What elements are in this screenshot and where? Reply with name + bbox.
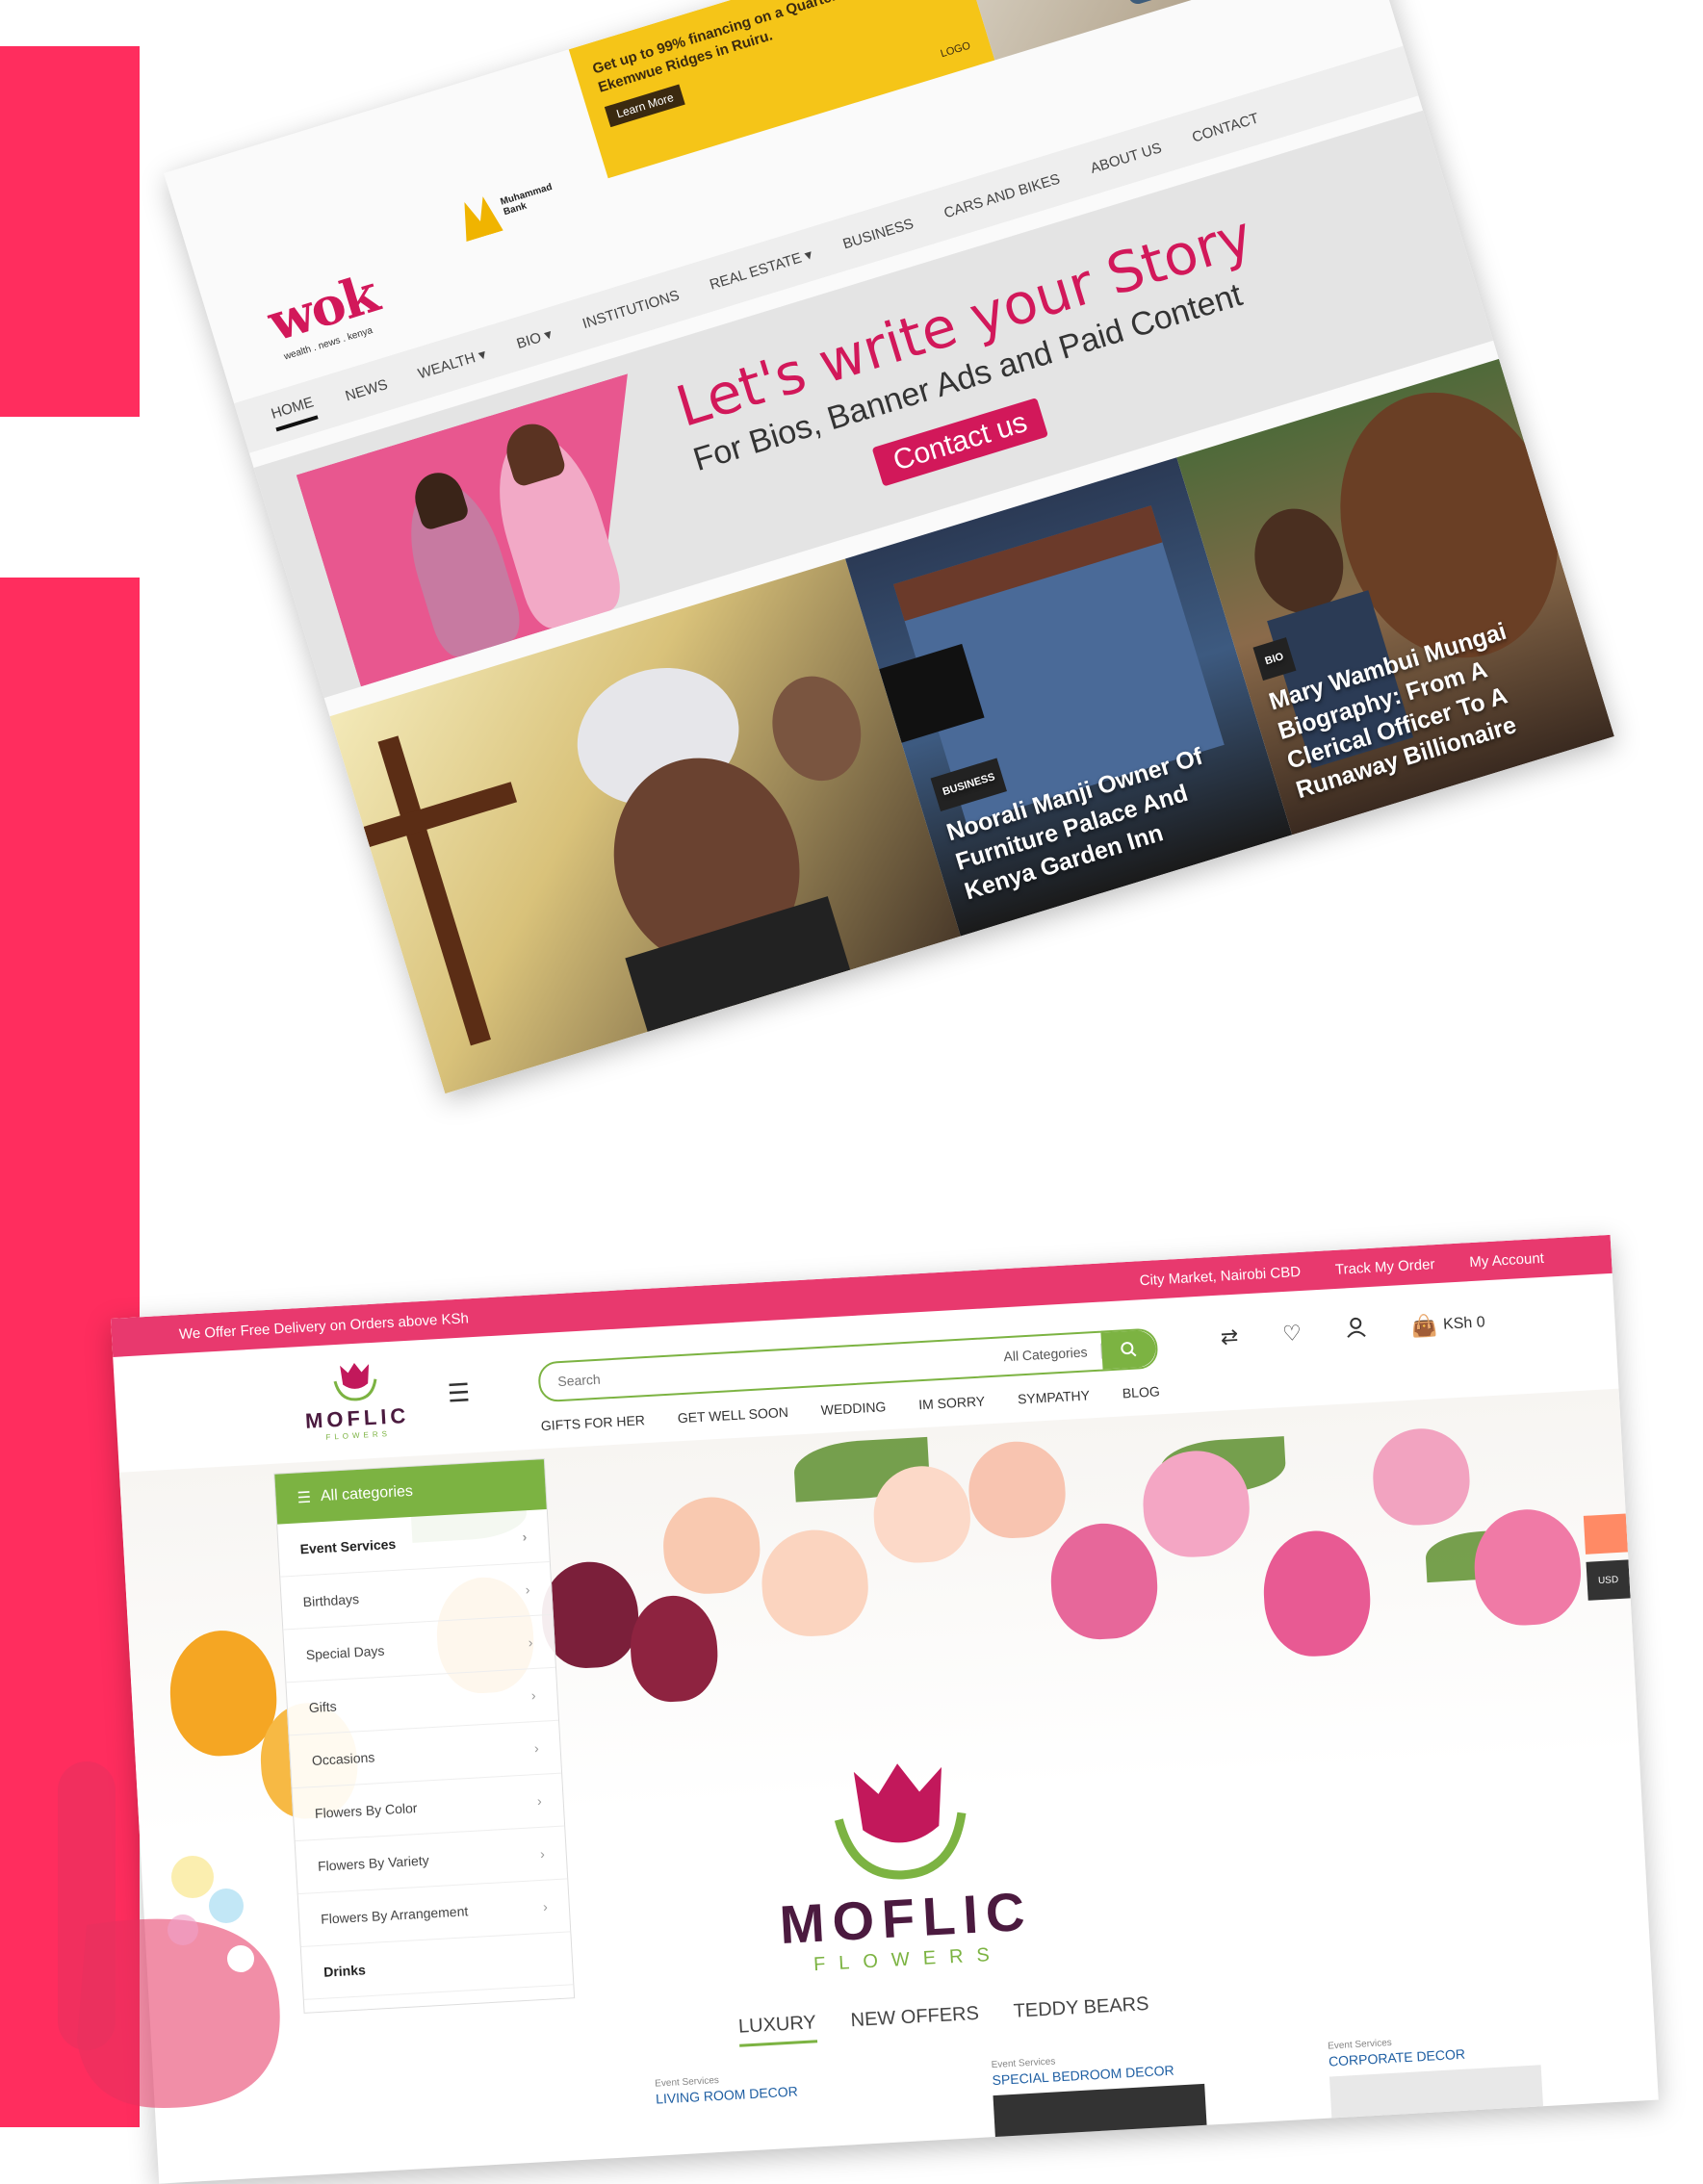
nav-item-business[interactable]: BUSINESS <box>840 216 916 252</box>
product-card[interactable]: Event Services CORPORATE DECOR <box>1328 2029 1544 2135</box>
nav-item-institutions[interactable]: INSTITUTIONS <box>581 287 682 332</box>
product-card[interactable]: Event Services LIVING ROOM DECOR <box>655 2067 871 2171</box>
chevron-right-icon: › <box>536 1792 543 1810</box>
category-label: Occasions <box>311 1749 375 1769</box>
category-label: Flowers By Arrangement <box>320 1903 469 1927</box>
ad-text: Get up to 99% financing on a Quarter-acr… <box>590 0 917 96</box>
moflic-site-screenshot: We Offer Free Delivery on Orders above K… <box>111 1234 1659 2184</box>
search-icon[interactable] <box>1317 0 1351 13</box>
moflic-big-logo: MOFLIC FLOWERS <box>753 1749 1053 1979</box>
chevron-right-icon: › <box>539 1845 546 1862</box>
chevron-right-icon: › <box>530 1686 536 1704</box>
product-image[interactable] <box>993 2083 1208 2154</box>
chevron-right-icon: › <box>528 1634 533 1651</box>
nav-item-contact[interactable]: CONTACT <box>1190 110 1260 145</box>
menu-blog[interactable]: BLOG <box>1122 1383 1160 1400</box>
nav-item-cars-and-bikes[interactable]: CARS AND BIKES <box>942 170 1062 221</box>
nav-item-home[interactable]: HOME <box>269 393 319 431</box>
product-list: Event Services LIVING ROOM DECOR Event S… <box>655 2029 1544 2171</box>
header-icons: ⇄ ♡ 👜 KSh 0 <box>1220 1309 1485 1350</box>
menu-get-well-soon[interactable]: GET WELL SOON <box>677 1404 788 1426</box>
chevron-right-icon: › <box>533 1739 540 1757</box>
all-categories-sidebar: ☰ All categories Event Services › Birthda… <box>273 1458 576 2014</box>
cart-button[interactable]: 👜 KSh 0 <box>1410 1310 1485 1339</box>
hamburger-menu-icon[interactable]: ☰ <box>447 1377 471 1408</box>
tab-new-offers[interactable]: NEW OFFERS <box>850 2003 980 2041</box>
my-account-link[interactable]: My Account <box>1469 1249 1544 1270</box>
search-input[interactable] <box>555 1348 1004 1391</box>
compare-icon[interactable]: ⇄ <box>1220 1324 1239 1350</box>
chevron-right-icon: › <box>522 1529 528 1545</box>
chevron-right-icon: › <box>542 1898 549 1914</box>
category-label: Special Days <box>305 1642 385 1663</box>
ad-yellow-panel: Get up to 99% financing on a Quarter-acr… <box>568 0 995 179</box>
wok-site-screenshot: Get up to 99% financing on a Quarter-acr… <box>164 0 1614 1094</box>
product-card[interactable]: Event Services SPECIAL BEDROOM DECOR <box>991 2048 1208 2154</box>
menu-sympathy[interactable]: SYMPATHY <box>1018 1387 1091 1406</box>
sponsor-logo[interactable]: Muhammad Bank <box>455 180 558 270</box>
product-image[interactable] <box>1329 2065 1544 2135</box>
nav-item-about-us[interactable]: ABOUT US <box>1089 140 1164 177</box>
menu-im-sorry[interactable]: IM SORRY <box>918 1393 986 1412</box>
ad-people-illustration <box>1114 0 1163 5</box>
list-icon: ☰ <box>297 1489 312 1507</box>
topbar-links: City Market, Nairobi CBD Track My Order … <box>1139 1249 1544 1288</box>
category-label: Flowers By Color <box>314 1800 418 1821</box>
tulip-logo-large-icon <box>834 1763 967 1880</box>
cart-bag-icon: 👜 <box>1410 1313 1438 1339</box>
ad-photo <box>955 0 1373 61</box>
cart-total: KSh 0 <box>1442 1314 1486 1333</box>
moflic-logo[interactable]: MOFLIC FLOWERS <box>287 1357 426 1444</box>
sponsor-mark-icon <box>455 193 503 242</box>
product-tabs: LUXURY NEW OFFERS TEDDY BEARS <box>737 1993 1149 2047</box>
chevron-right-icon: › <box>525 1581 530 1598</box>
sponsor-label: Muhammad Bank <box>499 181 554 218</box>
search-button[interactable] <box>1100 1329 1157 1370</box>
tab-luxury[interactable]: LUXURY <box>737 2012 817 2047</box>
ad-tag: LOGO <box>939 39 972 61</box>
header-ad-banner[interactable]: Get up to 99% financing on a Quarter-acr… <box>568 0 1373 179</box>
nav-item-bio[interactable]: BIO ▾ <box>514 325 555 352</box>
tab-teddy-bears[interactable]: TEDDY BEARS <box>1013 1993 1149 2032</box>
category-label: Flowers By Variety <box>317 1852 430 1874</box>
category-label: Gifts <box>308 1698 338 1716</box>
category-label: Birthdays <box>302 1591 360 1610</box>
all-categories-title: All categories <box>320 1482 414 1505</box>
pink-bar-top-left <box>0 46 140 417</box>
nav-item-news[interactable]: NEWS <box>344 376 390 404</box>
track-order-link[interactable]: Track My Order <box>1334 1256 1434 1278</box>
search-icon <box>1121 1342 1137 1357</box>
menu-wedding[interactable]: WEDDING <box>820 1399 886 1418</box>
category-label: Event Services <box>299 1535 397 1557</box>
free-delivery-notice: We Offer Free Delivery on Orders above K… <box>178 1309 470 1343</box>
wishlist-heart-icon[interactable]: ♡ <box>1282 1321 1303 1347</box>
tulip-logo-icon <box>333 1362 377 1401</box>
category-select[interactable]: All Categories <box>1003 1343 1102 1365</box>
currency-tab[interactable]: USD <box>1586 1559 1631 1601</box>
b-watermark-logo <box>58 1761 280 2108</box>
category-label: Drinks <box>323 1962 367 1980</box>
menu-gifts-for-her[interactable]: GIFTS FOR HER <box>540 1412 645 1433</box>
store-location-link[interactable]: City Market, Nairobi CBD <box>1139 1263 1301 1288</box>
side-flag-tab[interactable] <box>1583 1513 1628 1554</box>
nav-item-wealth[interactable]: WEALTH ▾ <box>416 346 488 383</box>
nav-item-real-estate[interactable]: REAL ESTATE ▾ <box>708 245 814 294</box>
account-user-icon[interactable] <box>1345 1316 1368 1344</box>
